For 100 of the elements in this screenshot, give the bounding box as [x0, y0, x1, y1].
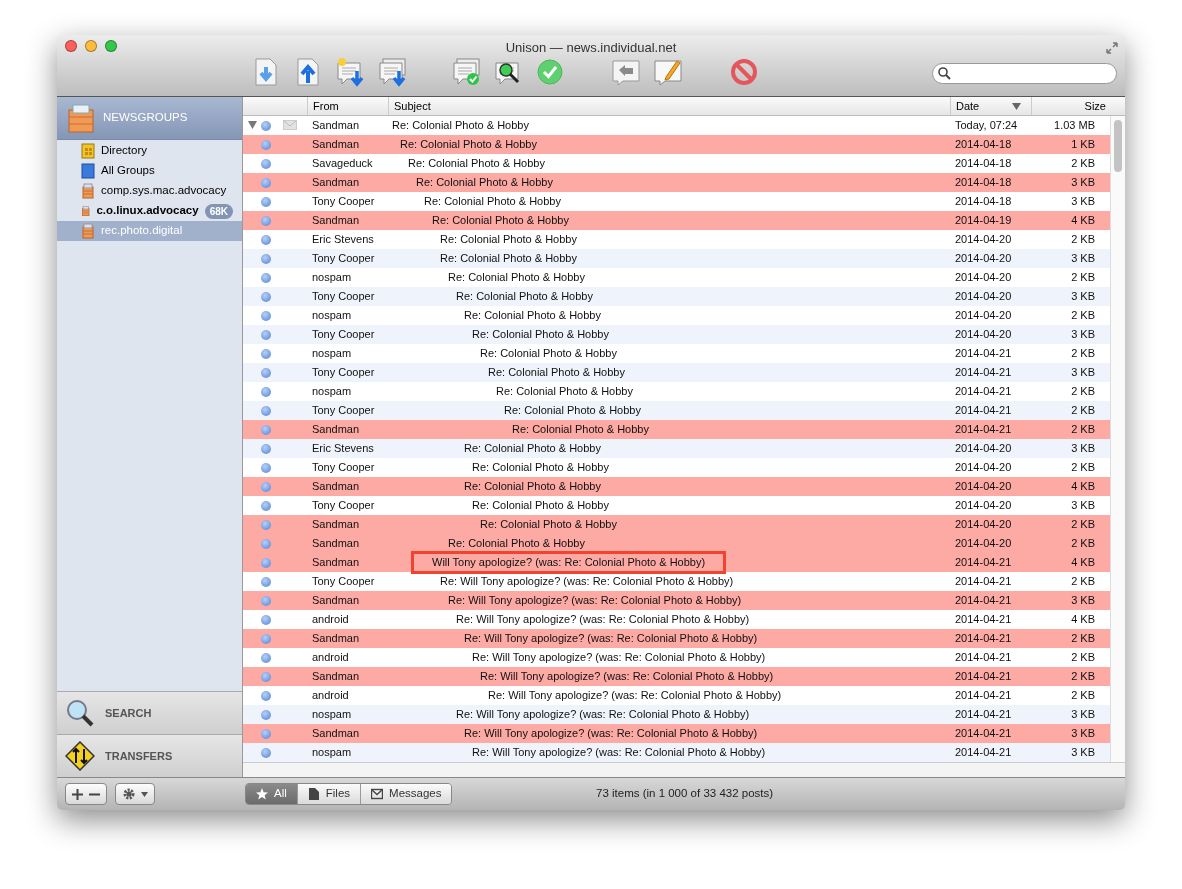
sender-text: Tony Cooper — [311, 498, 376, 514]
message-row[interactable]: nospam Re: Colonial Photo & Hobby 2014-04-20 2 KB — [243, 268, 1110, 287]
subject-text: Re: Will Tony apologize? (was: Re: Colonial Photo & Hobby) — [456, 612, 750, 628]
settings-button[interactable] — [115, 783, 155, 805]
message-row[interactable]: Sandman Re: Colonial Photo & Hobby 2014-04-20 2 KB — [243, 515, 1110, 534]
message-row[interactable]: Tony Cooper Re: Colonial Photo & Hobby 2014-04-20 3 KB — [243, 287, 1110, 306]
unread-dot-icon — [261, 501, 271, 511]
compose-icon[interactable] — [653, 57, 683, 87]
message-row[interactable]: nospam Re: Colonial Photo & Hobby 2014-04-21 2 KB — [243, 344, 1110, 363]
sender-text: nospam — [311, 270, 353, 286]
date-text: 2014-04-21 — [954, 612, 1013, 628]
message-row[interactable]: Tony Cooper Re: Colonial Photo & Hobby 2014-04-20 3 KB — [243, 496, 1110, 515]
sidebar-item[interactable]: comp.sys.mac.advocacy — [57, 181, 242, 201]
search-field[interactable] — [932, 63, 1117, 84]
sender-text: Sandman — [311, 422, 361, 438]
message-row[interactable]: android Re: Will Tony apologize? (was: Re: Colonial Photo & Hobby) 2014-04-21 4 KB — [243, 610, 1110, 629]
message-row[interactable]: Tony Cooper Re: Colonial Photo & Hobby 2014-04-20 3 KB — [243, 325, 1110, 344]
column-header[interactable]: Date — [950, 97, 1031, 115]
unread-dot-icon — [261, 216, 271, 226]
sender-text: nospam — [311, 346, 353, 362]
column-header[interactable]: From — [307, 97, 388, 115]
message-row[interactable]: Sandman Re: Will Tony apologize? (was: Re: Colonial Photo & Hobby) 2014-04-21 2 KB — [243, 629, 1110, 648]
subject-text: Re: Colonial Photo & Hobby — [480, 517, 617, 533]
sender-text: nospam — [311, 745, 353, 761]
stop-icon[interactable] — [729, 57, 759, 87]
message-row[interactable]: nospam Re: Colonial Photo & Hobby 2014-04-20 2 KB — [243, 306, 1110, 325]
filter-tab[interactable]: Files — [296, 784, 361, 804]
messages-download-icon[interactable] — [377, 57, 407, 87]
unread-dot-icon — [261, 634, 271, 644]
subject-text: Re: Colonial Photo & Hobby — [472, 498, 609, 514]
message-row[interactable]: nospam Re: Will Tony apologize? (was: Re: Colonial Photo & Hobby) 2014-04-21 3 KB — [243, 743, 1110, 762]
message-download-icon[interactable] — [335, 57, 365, 87]
message-row[interactable]: Tony Cooper Re: Colonial Photo & Hobby 2014-04-20 3 KB — [243, 249, 1110, 268]
message-row[interactable]: nospam Re: Will Tony apologize? (was: Re: Colonial Photo & Hobby) 2014-04-21 3 KB — [243, 705, 1110, 724]
message-row[interactable]: Sandman Re: Will Tony apologize? (was: Re: Colonial Photo & Hobby) 2014-04-21 3 KB — [243, 591, 1110, 610]
messages-check-icon[interactable] — [451, 57, 481, 87]
date-text: 2014-04-20 — [954, 270, 1013, 286]
vertical-scrollbar[interactable] — [1110, 116, 1125, 762]
sidebar-section[interactable]: TRANSFERS — [57, 734, 242, 777]
message-row[interactable]: Sandman Re: Colonial Photo & Hobby 2014-04-20 2 KB — [243, 534, 1110, 553]
close-button[interactable] — [65, 40, 77, 52]
filter-tab[interactable]: All — [246, 784, 297, 804]
sender-text: Tony Cooper — [311, 365, 376, 381]
sender-text: Eric Stevens — [311, 441, 375, 457]
message-row[interactable]: android Re: Will Tony apologize? (was: Re: Colonial Photo & Hobby) 2014-04-21 2 KB — [243, 648, 1110, 667]
date-text: 2014-04-19 — [954, 213, 1013, 229]
subject-text: Re: Colonial Photo & Hobby — [488, 365, 625, 381]
message-row[interactable]: Tony Cooper Re: Colonial Photo & Hobby 2014-04-20 2 KB — [243, 458, 1110, 477]
message-row[interactable]: Sandman Re: Will Tony apologize? (was: Re: Colonial Photo & Hobby) 2014-04-21 3 KB — [243, 724, 1110, 743]
filter-tab[interactable]: Messages — [360, 784, 452, 804]
reply-icon[interactable] — [611, 57, 641, 87]
unread-dot-icon — [261, 197, 271, 207]
message-row[interactable]: Tony Cooper Re: Colonial Photo & Hobby 2014-04-21 3 KB — [243, 363, 1110, 382]
column-header[interactable]: Subject — [388, 97, 950, 115]
subject-text: Re: Will Tony apologize? (was: Re: Colonial Photo & Hobby) — [472, 745, 766, 761]
message-row[interactable]: Tony Cooper Re: Will Tony apologize? (was: Re: Colonial Photo & Hobby) 2014-04-21 2 KB — [243, 572, 1110, 591]
checkmark-icon[interactable] — [535, 57, 565, 87]
column-header[interactable]: Size — [1031, 97, 1110, 115]
sidebar-item[interactable]: Directory — [57, 141, 242, 161]
message-row[interactable]: Savageduck Re: Colonial Photo & Hobby 2014-04-18 2 KB — [243, 154, 1110, 173]
message-row[interactable]: android Re: Will Tony apologize? (was: Re: Colonial Photo & Hobby) 2014-04-21 2 KB — [243, 686, 1110, 705]
sidebar-item[interactable]: All Groups — [57, 161, 242, 181]
message-row[interactable]: Sandman Re: Will Tony apologize? (was: Re: Colonial Photo & Hobby) 2014-04-21 2 KB — [243, 667, 1110, 686]
size-text: 3 KB — [1070, 194, 1095, 210]
message-row[interactable]: Sandman Re: Colonial Photo & Hobby 2014-04-21 2 KB — [243, 420, 1110, 439]
zoom-button[interactable] — [105, 40, 117, 52]
magnifier-icon — [65, 698, 95, 728]
message-row[interactable]: Sandman Re: Colonial Photo & Hobby Today, 07:24 1.03 MB — [243, 116, 1110, 135]
date-text: 2014-04-21 — [954, 650, 1013, 666]
unread-dot-icon — [261, 577, 271, 587]
minimize-button[interactable] — [85, 40, 97, 52]
message-row[interactable]: Sandman Re: Colonial Photo & Hobby 2014-04-18 1 KB — [243, 135, 1110, 154]
subject-text: Re: Colonial Photo & Hobby — [448, 270, 585, 286]
settings-icon — [122, 787, 136, 801]
add-remove-control[interactable] — [65, 783, 107, 805]
message-row[interactable]: Sandman Re: Colonial Photo & Hobby 2014-04-18 3 KB — [243, 173, 1110, 192]
size-text: 3 KB — [1070, 289, 1095, 305]
sidebar-section[interactable]: SEARCH — [57, 691, 242, 734]
subject-text: Re: Colonial Photo & Hobby — [448, 536, 585, 552]
size-text: 2 KB — [1070, 688, 1095, 704]
message-row[interactable]: Sandman Will Tony apologize? (was: Re: Colonial Photo & Hobby) 2014-04-21 4 KB — [243, 553, 1110, 572]
subject-text: Re: Colonial Photo & Hobby — [456, 289, 593, 305]
subject-text: Will Tony apologize? (was: Re: Colonial Photo & Hobby) — [432, 554, 706, 571]
message-row[interactable]: Sandman Re: Colonial Photo & Hobby 2014-04-20 4 KB — [243, 477, 1110, 496]
sender-text: Tony Cooper — [311, 194, 376, 210]
size-text: 2 KB — [1070, 270, 1095, 286]
subject-text: Re: Colonial Photo & Hobby — [512, 422, 649, 438]
disclosure-triangle-icon[interactable] — [248, 121, 257, 129]
message-row[interactable]: Tony Cooper Re: Colonial Photo & Hobby 2014-04-21 2 KB — [243, 401, 1110, 420]
message-row[interactable]: nospam Re: Colonial Photo & Hobby 2014-04-21 2 KB — [243, 382, 1110, 401]
sidebar-item[interactable]: c.o.linux.advocacy 68K — [57, 201, 242, 221]
message-row[interactable]: Eric Stevens Re: Colonial Photo & Hobby 2014-04-20 2 KB — [243, 230, 1110, 249]
message-row[interactable]: Eric Stevens Re: Colonial Photo & Hobby 2014-04-20 3 KB — [243, 439, 1110, 458]
message-row[interactable]: Sandman Re: Colonial Photo & Hobby 2014-04-19 4 KB — [243, 211, 1110, 230]
sort-arrow-icon — [1012, 102, 1021, 110]
unread-dot-icon — [261, 406, 271, 416]
sender-text: Sandman — [311, 536, 361, 552]
size-text: 2 KB — [1070, 650, 1095, 666]
message-row[interactable]: Tony Cooper Re: Colonial Photo & Hobby 2014-04-18 3 KB — [243, 192, 1110, 211]
horizontal-scrollbar[interactable] — [243, 762, 1125, 777]
